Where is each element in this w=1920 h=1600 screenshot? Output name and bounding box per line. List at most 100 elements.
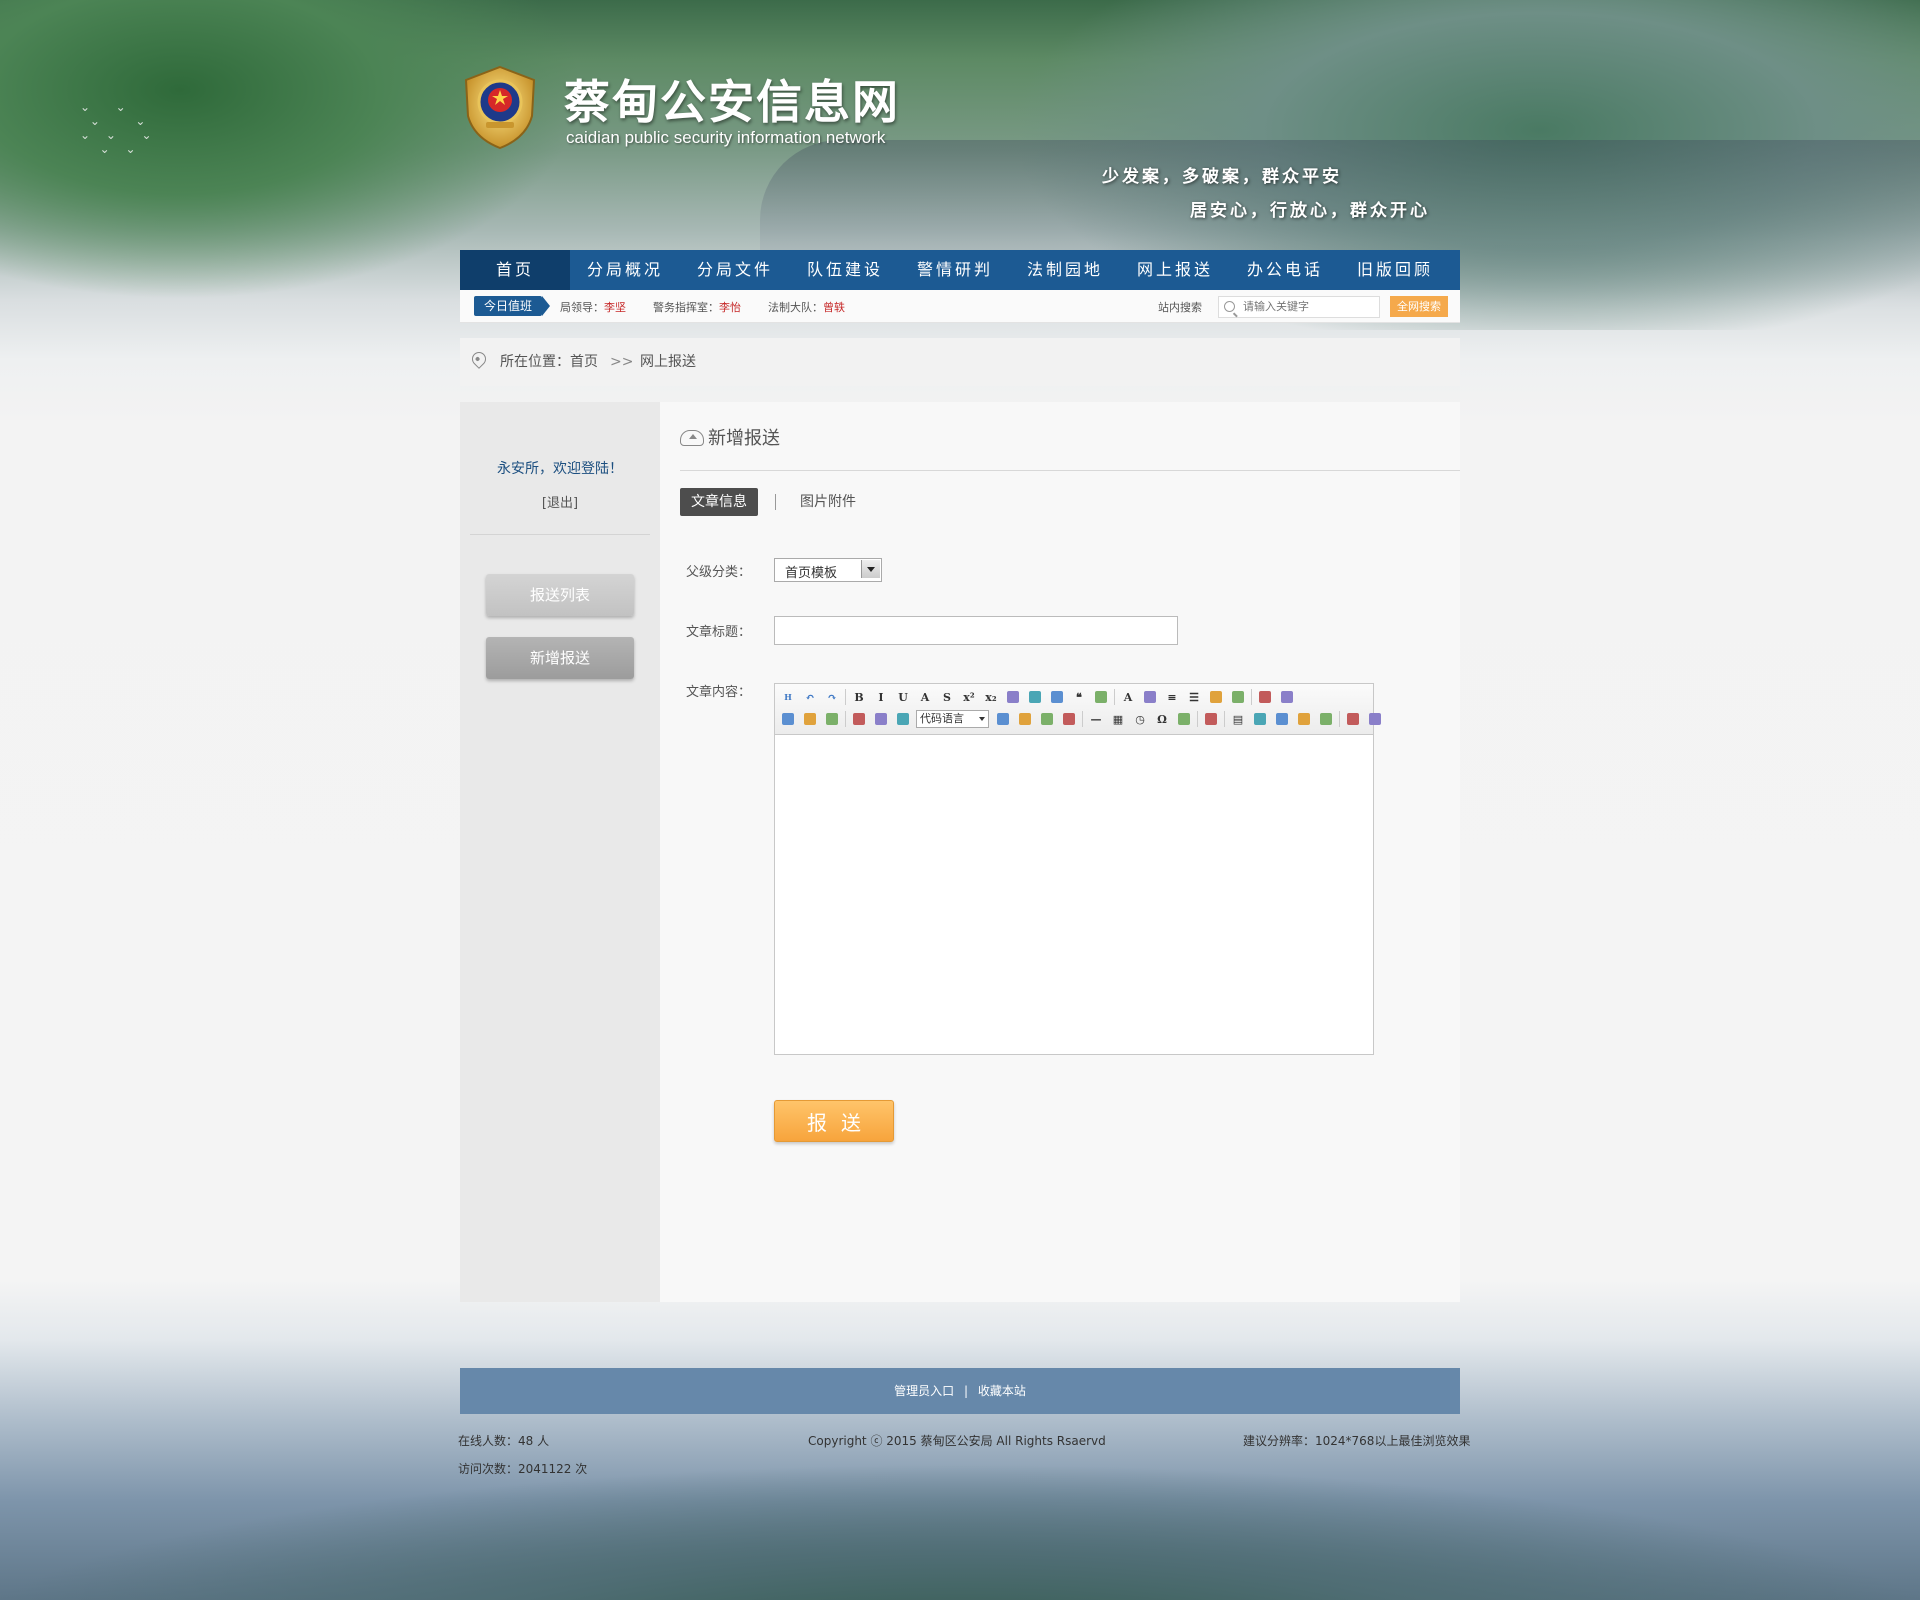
report-list-button[interactable]: 报送列表 (486, 574, 634, 616)
insert-row-icon[interactable] (1295, 710, 1313, 728)
nav-item-overview[interactable]: 分局概况 (570, 250, 680, 290)
table-insert-icon[interactable] (1038, 710, 1056, 728)
nav-item-old-version[interactable]: 旧版回顾 (1340, 250, 1450, 290)
duty-leader: 局领导：李坚 (560, 299, 626, 315)
tab-image-attachment[interactable]: 图片附件 (800, 488, 856, 516)
nav-item-online-report[interactable]: 网上报送 (1120, 250, 1230, 290)
redo-icon[interactable]: ↷ (823, 688, 841, 706)
search-button[interactable]: 全网搜索 (1390, 296, 1448, 317)
map-icon[interactable] (894, 710, 912, 728)
code-language-select[interactable]: 代码语言 (916, 710, 989, 728)
unordered-list-icon[interactable]: ☰ (1185, 688, 1203, 706)
duty-name[interactable]: 李坚 (604, 301, 626, 314)
tab-divider (775, 494, 776, 510)
footer-divider: | (963, 1384, 969, 1398)
delete-col-glyph (1369, 713, 1381, 725)
delete-row-icon[interactable] (1317, 710, 1335, 728)
category-select[interactable]: 首页模板 (774, 558, 882, 582)
category-select-value: 首页模板 (785, 566, 838, 581)
search-input[interactable] (1241, 298, 1375, 316)
highlight-icon[interactable] (1141, 688, 1159, 706)
breadcrumb-home[interactable]: 首页 (570, 338, 598, 386)
site-title: 蔡甸公安信息网 (564, 75, 900, 129)
strikethrough-icon[interactable]: S (938, 688, 956, 706)
table-insert-glyph (1041, 713, 1053, 725)
web-icon[interactable] (1016, 710, 1034, 728)
code-icon[interactable] (994, 710, 1012, 728)
map-glyph (897, 713, 909, 725)
submit-button[interactable]: 报送 (774, 1100, 894, 1142)
print-glyph (1205, 713, 1217, 725)
template-icon[interactable] (1060, 710, 1078, 728)
admin-entry-link[interactable]: 管理员入口 (894, 1384, 954, 1398)
superscript-icon[interactable]: x² (960, 688, 978, 706)
blockquote-icon[interactable]: ❝ (1070, 688, 1088, 706)
editor-toolbar-row-1: H ↶ ↷ B I U A Sx² x₂ ❝ A ≡ ☰ (779, 687, 1300, 707)
format-painter-icon[interactable] (1026, 688, 1044, 706)
attachment-icon[interactable] (823, 710, 841, 728)
editor-toolbar-row-2: 代码语言 — ▦ ◷ Ω ▤ (779, 709, 1388, 729)
nav-item-home[interactable]: 首页 (460, 250, 570, 290)
cell-merge-icon[interactable] (1251, 710, 1269, 728)
delete-col-icon[interactable] (1366, 710, 1384, 728)
breadcrumb-separator: >> (610, 354, 634, 370)
horizontal-rule-icon[interactable]: — (1087, 710, 1105, 728)
cell-split-icon[interactable] (1273, 710, 1291, 728)
duty-name[interactable]: 曾轶 (823, 301, 845, 314)
paragraph-icon[interactable] (1278, 688, 1296, 706)
nav-item-analysis[interactable]: 警情研判 (900, 250, 1010, 290)
tab-article-info[interactable]: 文章信息 (680, 488, 758, 516)
paste-plain-icon[interactable] (1092, 688, 1110, 706)
section-title-text: 新增报送 (708, 428, 780, 449)
toolbar-separator (1197, 711, 1198, 727)
undo-icon[interactable]: ↶ (801, 688, 819, 706)
nav-item-phone[interactable]: 办公电话 (1230, 250, 1340, 290)
italic-icon[interactable]: I (872, 688, 890, 706)
multi-image-icon[interactable] (872, 710, 890, 728)
highlight-glyph (1144, 691, 1156, 703)
preview-icon[interactable] (1175, 710, 1193, 728)
line-height-glyph (1259, 691, 1271, 703)
ordered-list-icon[interactable]: ≡ (1163, 688, 1181, 706)
image-glyph (853, 713, 865, 725)
nav-item-documents[interactable]: 分局文件 (680, 250, 790, 290)
duty-name[interactable]: 李怡 (719, 301, 741, 314)
save-icon[interactable] (779, 710, 797, 728)
html-icon[interactable]: H (779, 688, 797, 706)
font-border-icon[interactable]: A (916, 688, 934, 706)
attachment-glyph (826, 713, 838, 725)
breadcrumb: 所在位置： 首页 >> 网上报送 (460, 338, 1460, 386)
preview-glyph (1178, 713, 1190, 725)
font-color-icon[interactable]: A (1119, 688, 1137, 706)
editor-body[interactable] (775, 735, 1373, 1053)
new-report-button[interactable]: 新增报送 (486, 637, 634, 679)
nav-item-legal[interactable]: 法制园地 (1010, 250, 1120, 290)
nav-item-team[interactable]: 队伍建设 (790, 250, 900, 290)
footer-bar: 管理员入口 | 收藏本站 (460, 1368, 1460, 1414)
multi-image-glyph (875, 713, 887, 725)
line-height-icon[interactable] (1256, 688, 1274, 706)
birds-decoration: ⌄ ⌄ ⌄ ⌄ ⌄ ⌄ ⌄ ⌄ ⌄ (80, 100, 158, 156)
clear-doc-icon[interactable] (1229, 688, 1247, 706)
article-title-input[interactable] (774, 616, 1178, 645)
eraser-icon[interactable] (1004, 688, 1022, 706)
print-icon[interactable] (1202, 710, 1220, 728)
time-icon[interactable]: ◷ (1131, 710, 1149, 728)
delete-row-glyph (1320, 713, 1332, 725)
cell-split-glyph (1276, 713, 1288, 725)
bookmark-link[interactable]: 收藏本站 (978, 1384, 1026, 1398)
table-icon[interactable]: ▤ (1229, 710, 1247, 728)
music-icon[interactable] (801, 710, 819, 728)
bold-icon[interactable]: B (850, 688, 868, 706)
auto-format-icon[interactable] (1048, 688, 1066, 706)
logout-link[interactable]: [退出] (460, 492, 660, 511)
special-char-icon[interactable]: Ω (1153, 710, 1171, 728)
image-icon[interactable] (850, 710, 868, 728)
underline-icon[interactable]: U (894, 688, 912, 706)
subscript-icon[interactable]: x₂ (982, 688, 1000, 706)
insert-col-icon[interactable] (1344, 710, 1362, 728)
rich-text-editor: H ↶ ↷ B I U A Sx² x₂ ❝ A ≡ ☰ 代码语言 — ▦ ◷ Ω ▤ (774, 683, 1381, 1055)
chevron-down-icon[interactable] (861, 560, 880, 578)
select-all-icon[interactable] (1207, 688, 1225, 706)
date-icon[interactable]: ▦ (1109, 710, 1127, 728)
